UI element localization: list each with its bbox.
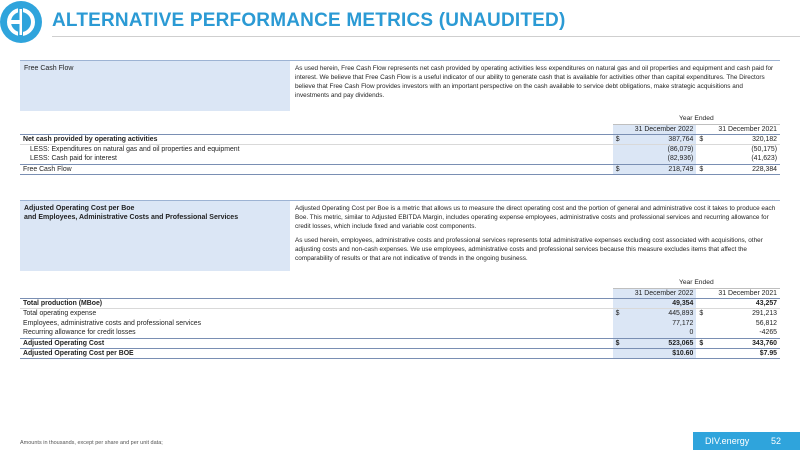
footer-note: Amounts in thousands, except per share a…	[20, 440, 163, 446]
table-row: LESS: Cash paid for interest (82,936) (4…	[20, 154, 780, 165]
title-divider	[52, 36, 800, 37]
slide-header: ALTERNATIVE PERFORMANCE METRICS (UNAUDIT…	[0, 0, 800, 46]
table-row: Total production (MBoe) 49,354 43,257	[20, 298, 780, 309]
aoc-col-2021: 31 December 2021	[696, 288, 780, 299]
fcf-col-2022: 31 December 2022	[612, 124, 697, 135]
aoc-description-p1: Adjusted Operating Cost per Boe is a met…	[295, 205, 776, 230]
footer-brand: DIV.energy	[705, 436, 750, 446]
table-row-total: Free Cash Flow $ 218,749 $ 228,384	[20, 164, 780, 175]
table-row-total: Adjusted Operating Cost per BOE $10.60 $…	[20, 348, 780, 359]
table-row: Recurring allowance for credit losses 0 …	[20, 328, 780, 339]
table-row: LESS: Expenditures on natural gas and oi…	[30, 144, 777, 154]
div-logo-icon	[0, 1, 42, 43]
fcf-col-2021: 31 December 2021	[696, 124, 780, 135]
table-row: Employees, administrative costs and prof…	[23, 318, 777, 328]
aoc-section: Adjusted Operating Cost per Boe and Empl…	[20, 200, 780, 271]
fcf-year-ended: Year Ended	[612, 113, 780, 125]
aoc-table-wrap: Year Ended 31 December 2022 31 December …	[20, 277, 780, 359]
aoc-label-line1: Adjusted Operating Cost per Boe	[24, 205, 135, 212]
page-number: 52	[771, 436, 782, 446]
fcf-label: Free Cash Flow	[24, 65, 74, 72]
page-title: ALTERNATIVE PERFORMANCE METRICS (UNAUDIT…	[52, 10, 566, 31]
aoc-table: Year Ended 31 December 2022 31 December …	[20, 277, 780, 359]
fcf-table-wrap: Year Ended 31 December 2022 31 December …	[20, 113, 780, 175]
aoc-col-2022: 31 December 2022	[612, 288, 697, 299]
aoc-label-line2: and Employees, Administrative Costs and …	[24, 214, 239, 221]
fcf-table: Year Ended 31 December 2022 31 December …	[20, 113, 780, 175]
table-row: Total operating expense $ 445,893 $ 291,…	[23, 308, 777, 318]
table-row-total: Adjusted Operating Cost $ 523,065 $ 343,…	[20, 338, 780, 349]
fcf-description: As used herein, Free Cash Flow represent…	[290, 61, 780, 111]
fcf-section: Free Cash Flow As used herein, Free Cash…	[20, 60, 780, 111]
fcf-description-box: Free Cash Flow As used herein, Free Cash…	[20, 60, 780, 111]
aoc-year-ended: Year Ended	[612, 277, 780, 289]
aoc-description-p2: As used herein, employees, administrativ…	[295, 237, 763, 262]
table-row: Net cash provided by operating activitie…	[20, 134, 780, 145]
aoc-description-box: Adjusted Operating Cost per Boe and Empl…	[20, 200, 780, 271]
footer-brand-tag: DIV.energy 52	[693, 432, 800, 450]
